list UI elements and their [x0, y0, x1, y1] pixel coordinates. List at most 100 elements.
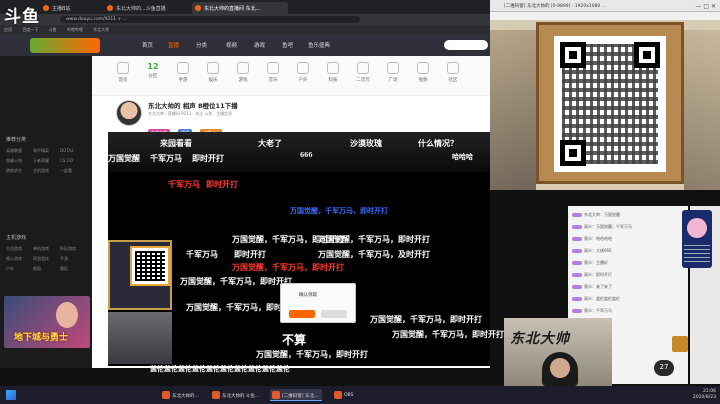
streamer-face	[550, 358, 570, 378]
category-icon	[177, 62, 189, 74]
fan-badge	[572, 261, 582, 265]
sidebar-item[interactable]: 户外	[6, 266, 33, 272]
sidebar-item[interactable]: 网游竞技	[33, 256, 60, 262]
sidebar-item[interactable]: 主机游戏	[6, 246, 33, 252]
category-item[interactable]: 娱乐	[198, 62, 228, 83]
sidebar-item[interactable]: 怀旧游戏	[60, 246, 87, 252]
category-icon	[357, 62, 369, 74]
category-item[interactable]: 音乐	[258, 62, 288, 83]
taskbar-app[interactable]: 东北大帅的...	[160, 389, 203, 401]
danmaku-comment: 千军万马	[168, 179, 200, 189]
system-tray-clock[interactable]: 21:06 2020/8/23	[693, 389, 716, 401]
sidebar-item[interactable]: 主机游戏	[33, 168, 60, 174]
danmaku-comment: 万国觉醒，千军万马，即时开打	[392, 329, 504, 339]
sidebar-item[interactable]: 穿越火线	[6, 158, 33, 164]
category-icon	[237, 62, 249, 74]
sidebar-item[interactable]: CS:GO	[60, 158, 87, 163]
nav-item-live[interactable]: 直播	[168, 41, 179, 49]
tab-favicon-icon	[107, 5, 113, 11]
nav-item[interactable]: 鱼吧	[282, 41, 293, 49]
sidebar-item[interactable]: 王者荣耀	[33, 158, 60, 164]
chat-text: 东北大帅：万国觉醒	[584, 212, 620, 217]
nav-item[interactable]: 游戏	[254, 41, 265, 49]
danmaku-comment: 万国觉醒，千军万马，即时开打	[180, 276, 292, 286]
sidebar-promo-thumbnail[interactable]: 地下城与勇士	[4, 296, 90, 348]
fan-badge	[572, 297, 582, 301]
address-bar-row: www.douyu.com/9211 + ...	[0, 14, 490, 25]
bookmark-item[interactable]: 东北大帅	[93, 27, 109, 33]
fan-badge	[572, 237, 582, 241]
sidebar-item[interactable]: 单机游戏	[33, 246, 60, 252]
category-item[interactable]: 手游	[168, 62, 198, 83]
streamer-avatar[interactable]	[116, 100, 142, 126]
sidebar-item[interactable]: 舞蹈	[60, 266, 87, 272]
category-item[interactable]: 二次元	[348, 62, 378, 83]
taskbar-app[interactable]: OBS	[332, 389, 357, 401]
category-item[interactable]: 首页	[108, 62, 138, 83]
category-item[interactable]: 社区	[438, 62, 468, 83]
nav-item[interactable]: 首页	[142, 41, 153, 49]
danmaku-comment: 即时开打	[234, 249, 266, 259]
room-title: 东北大帅的 相声 8橙位11下播	[148, 102, 238, 110]
browser-tab-strip: 主播B站 东北大帅的...斗鱼直播 东北大帅的直播间 东北...	[0, 0, 490, 14]
tab-label: 主播B站	[52, 6, 71, 12]
webcam-overlay: 东北大帅	[504, 318, 612, 386]
sidebar-item[interactable]: 颜值	[33, 266, 60, 272]
bookmarks-bar: 应用 百度一下 斗鱼 哔哩哔哩 东北大帅	[0, 25, 490, 34]
fan-badge	[572, 225, 582, 229]
start-icon[interactable]	[6, 390, 16, 400]
taskbar-app[interactable]: 东北大帅的 斗鱼...	[210, 389, 263, 401]
window-controls[interactable]: — □ ✕	[695, 3, 716, 10]
chat-line: 观众：千军万马	[572, 308, 612, 314]
sidebar-item[interactable]: DOTA2	[60, 148, 87, 153]
sidebar-item[interactable]: 手游	[60, 256, 87, 262]
category-item[interactable]: 视频	[408, 62, 438, 83]
nav-item[interactable]: 鱼乐盛典	[308, 41, 330, 49]
url-input[interactable]: www.douyu.com/9211 + ...	[60, 16, 360, 23]
dialog-cancel-button[interactable]	[321, 310, 347, 318]
chat-text: 观众：哈哈哈哈	[584, 236, 612, 241]
sidebar-item[interactable]: 绝地求生	[6, 168, 33, 174]
promo-label: 地下城与勇士	[14, 333, 69, 343]
sidebar-item[interactable]: 和平精英	[33, 148, 60, 154]
chat-line: 观众：万国觉醒，千军万马	[572, 224, 632, 230]
danmaku-comment: 来园看看	[160, 138, 192, 148]
chat-line: 观众：主播好	[572, 260, 608, 266]
category-item[interactable]: 科技	[318, 62, 348, 83]
screen: 主播B站 东北大帅的...斗鱼直播 东北大帅的直播间 东北... www.dou…	[0, 0, 720, 404]
bookmark-item[interactable]: 哔哩哔哩	[67, 27, 83, 33]
browser-tab[interactable]: 主播B站	[40, 2, 102, 14]
gift-chest-icon[interactable]	[672, 336, 688, 352]
nav-item[interactable]: 分类	[196, 41, 207, 49]
qr-preview-window: [二维码窗] 东北大帅的 [0-9899] - 1920x1080 ... — …	[490, 0, 720, 190]
chat-text: 观众：即时开打	[584, 272, 612, 277]
site-search-input[interactable]	[444, 40, 488, 50]
browser-tab-active[interactable]: 东北大帅的直播间 东北...	[192, 2, 288, 14]
chat-text: 观众：千军万马	[584, 308, 612, 313]
category-icon	[297, 62, 309, 74]
nav-item[interactable]: 视频	[226, 41, 237, 49]
sidebar-item[interactable]: 英雄联盟	[6, 148, 33, 154]
bookmark-item[interactable]: 斗鱼	[49, 27, 57, 33]
site-logo[interactable]	[30, 38, 100, 53]
category-label: 二次元	[356, 78, 370, 83]
category-label: 游戏	[238, 78, 248, 83]
bookmark-item[interactable]: 应用	[4, 27, 12, 33]
bookmark-item[interactable]: 百度一下	[22, 27, 38, 33]
category-item[interactable]: 12 分区	[138, 62, 168, 79]
taskbar-app-active[interactable]: [二维码窗] 东北...	[270, 389, 323, 401]
promo-card[interactable]	[682, 210, 712, 268]
danmaku-comment: 666	[300, 152, 313, 159]
category-item[interactable]: 户外	[288, 62, 318, 83]
browser-tab[interactable]: 东北大帅的...斗鱼直播	[104, 2, 190, 14]
category-item[interactable]: 游戏	[228, 62, 258, 83]
category-item[interactable]: 广场	[378, 62, 408, 83]
promo-face	[56, 302, 78, 328]
sidebar-item[interactable]: 格斗游戏	[6, 256, 33, 262]
dialog-confirm-button[interactable]	[289, 310, 315, 318]
background-chair	[490, 30, 536, 190]
calligraphy-banner: 东北大帅	[510, 331, 570, 347]
promo-text	[684, 244, 710, 262]
sidebar-item[interactable]: 一起看	[60, 168, 87, 174]
tab-label: 东北大帅的...斗鱼直播	[116, 6, 166, 12]
